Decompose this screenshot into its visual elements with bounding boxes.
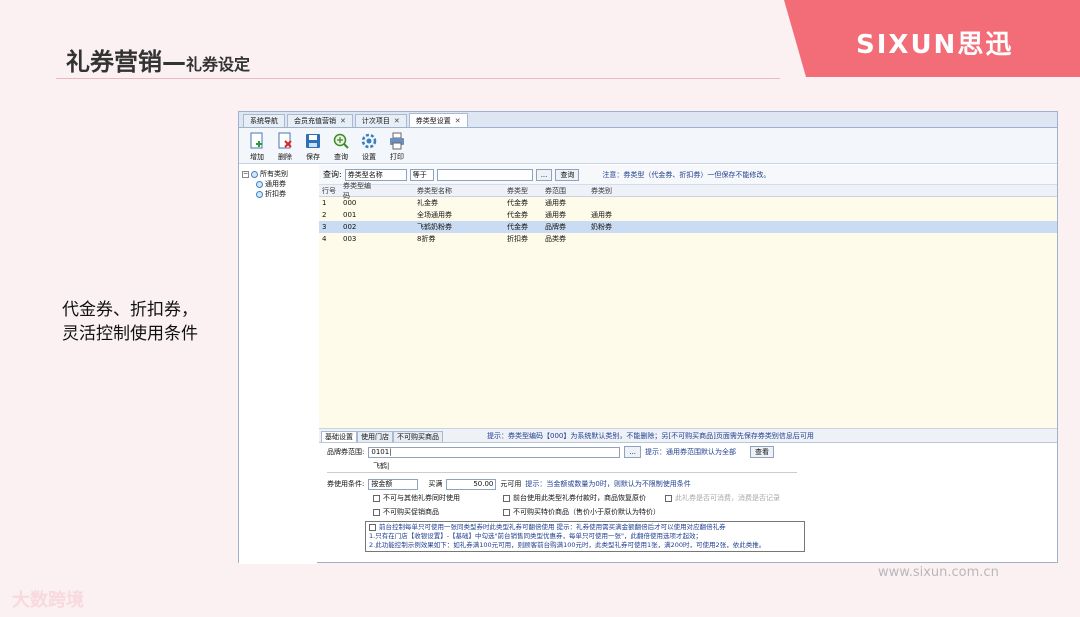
settings-button[interactable]: 设置 (355, 130, 383, 162)
close-icon[interactable]: ✕ (340, 117, 346, 125)
save-icon (306, 133, 320, 148)
query-value-input[interactable] (436, 168, 533, 181)
header-cell[interactable]: 券类型编码 (337, 181, 377, 201)
tree-root[interactable]: − 所有类别 (242, 169, 314, 179)
table-row[interactable]: 2 001 全场通用券 代金券 通用券 通用券 (319, 209, 1057, 221)
condition-hint: 提示：当金额或数量为0时，则默认为不限制使用条件 (525, 480, 691, 488)
query-operator-select[interactable]: 等于 (409, 168, 434, 181)
table-row[interactable]: 4 003 8折券 折扣券 品类券 (319, 233, 1057, 245)
table-row-selected[interactable]: 3 002 飞鹤奶粉券 代金券 品牌券 奶粉券 (319, 221, 1057, 233)
header-cell[interactable]: 券类型 (507, 186, 545, 196)
tab-coupon-type[interactable]: 券类型设置 ✕ (408, 113, 468, 127)
tab-member-recharge[interactable]: 会员充值营销 ✕ (287, 114, 353, 127)
double-use-note: 前台控制每单只可使用一张同类型券时此类型礼券可翻倍使用 提示：礼券使用需买满金额… (365, 521, 805, 552)
content-panel: 查询: 券类型名称 等于 ... 查询 注意：券类型（代金券、折扣券）一但保存不… (319, 165, 1057, 562)
printer-icon (390, 132, 404, 149)
tab-basic-settings[interactable]: 基础设置 (321, 431, 357, 442)
add-icon (250, 132, 263, 148)
condition-label: 券使用条件: (327, 480, 365, 488)
save-button[interactable]: 保存 (299, 130, 327, 162)
title-sub: 礼券设定 (186, 55, 251, 74)
print-button[interactable]: 打印 (383, 130, 411, 162)
category-tree: − 所有类别 通用券 折扣券 (239, 165, 317, 564)
buy-amount-input[interactable]: 50.00 (446, 478, 497, 490)
folder-icon (251, 170, 258, 178)
double-use-checkbox[interactable]: 前台控制每单只可使用一张同类型券时此类型礼券可翻倍使用 提示：礼券使用需买满金额… (369, 523, 801, 532)
node-icon (256, 190, 263, 198)
tab-stores[interactable]: 使用门店 (357, 431, 393, 442)
brand-scope-hint: 提示：通用券范围默认为全部 (645, 448, 737, 456)
restore-price-checkbox[interactable]: 前台使用此类型礼券付款时，商品恢复原价 (503, 493, 661, 503)
node-icon (256, 180, 263, 188)
brand-scope-ellipsis-button[interactable]: ... (624, 446, 642, 458)
no-promo-checkbox[interactable]: 不可购买促销商品 (373, 507, 499, 517)
tab-excluded-goods[interactable]: 不可购买商品 (393, 431, 443, 442)
query-button[interactable]: 查询 (327, 130, 355, 162)
toolbar: 增加 删除 保存 查询 设置 打印 (239, 128, 1057, 164)
tab-system-nav[interactable]: 系统导航 (243, 114, 285, 127)
query-ellipsis-button[interactable]: ... (535, 168, 553, 181)
gear-icon (361, 133, 377, 148)
brand-scope-label: 品牌券范围: (327, 448, 365, 456)
brand-logo: SIXUN思迅 (856, 30, 1014, 60)
query-submit-button[interactable]: 查询 (555, 168, 580, 181)
main-area: − 所有类别 通用券 折扣券 查询: 券类型名称 等于 ... 查询 注意：券类… (239, 165, 1057, 564)
note-line-2: 1.只有在门店【收银设置】-【基础】中勾选"前台销售同类型优惠券，每单只可使用一… (369, 532, 703, 540)
add-button[interactable]: 增加 (243, 130, 271, 162)
detail-hint: 提示：券类型编码【000】为系统默认类别，不能删除；另[不可购买商品]页面需先保… (487, 431, 814, 440)
query-field-select[interactable]: 券类型名称 (344, 168, 407, 181)
caption-line-2: 灵活控制使用条件 (62, 324, 198, 344)
app-tab-bar: 系统导航 会员充值营销 ✕ 计次项目 ✕ 券类型设置 ✕ (239, 112, 1057, 128)
consume-record-checkbox[interactable]: 此礼券是否可消费，消费是否记录 (665, 493, 780, 503)
query-label: 查询: (323, 170, 342, 179)
tree-item-general[interactable]: 通用券 (242, 179, 314, 189)
delete-button[interactable]: 删除 (271, 130, 299, 162)
caption-line-1: 代金券、折扣券， (62, 300, 198, 320)
coupon-type-table: 行号 券类型编码 券类型名称 券类型 券范围 券类别 1 000 礼金券 代金券… (319, 182, 1057, 429)
slide-caption: 代金券、折扣券， 灵活控制使用条件 (62, 298, 198, 346)
detail-tab-bar: 基础设置 使用门店 不可购买商品 提示：券类型编码【000】为系统默认类别，不能… (319, 429, 1057, 443)
delete-icon (278, 132, 292, 148)
table-header: 行号 券类型编码 券类型名称 券类型 券范围 券类别 (319, 182, 1057, 200)
brand-scope-input[interactable]: 0101| (368, 446, 621, 458)
query-bar: 查询: 券类型名称 等于 ... 查询 注意：券类型（代金券、折扣券）一但保存不… (319, 165, 1057, 185)
title-divider (56, 78, 780, 79)
usable-label: 元可用 (500, 480, 522, 488)
header-cell[interactable]: 券范围 (545, 186, 591, 196)
tab-count-items[interactable]: 计次项目 ✕ (354, 114, 407, 127)
no-combine-checkbox[interactable]: 不可与其他礼券同时使用 (373, 493, 499, 503)
title-main: 礼券营销— (66, 48, 186, 76)
table-row[interactable]: 1 000 礼金券 代金券 通用券 (319, 197, 1057, 209)
header-cell[interactable]: 行号 (319, 186, 337, 196)
header-cell[interactable]: 券类型名称 (377, 186, 507, 196)
no-special-price-checkbox[interactable]: 不可购买特价商品（售价小于原价默认为特价） (503, 507, 660, 517)
close-icon[interactable]: ✕ (394, 117, 400, 125)
basic-settings-form: 品牌券范围: 0101| ... 提示：通用券范围默认为全部 查看 飞鹤| 券使… (319, 443, 1057, 554)
note-line-3: 2.此功能控制示例效果如下：如礼券满100元可用，则顾客前台购满100元时，此类… (369, 541, 766, 549)
page-title: 礼券营销—礼券设定 (66, 42, 250, 77)
buy-label: 买满 (428, 480, 443, 488)
site-url: www.sixun.com.cn (878, 565, 999, 580)
query-note: 注意：券类型（代金券、折扣券）一但保存不能修改。 (602, 170, 771, 179)
app-window: 系统导航 会员充值营销 ✕ 计次项目 ✕ 券类型设置 ✕ 增加 删除 保存 查询… (238, 111, 1058, 564)
view-button[interactable]: 查看 (750, 446, 775, 458)
close-icon[interactable]: ✕ (455, 117, 461, 125)
tree-item-discount[interactable]: 折扣券 (242, 189, 314, 199)
condition-select[interactable]: 按金额 (368, 478, 419, 490)
header-cell[interactable]: 券类别 (591, 186, 631, 196)
search-icon (333, 133, 349, 149)
collapse-icon[interactable]: − (242, 170, 249, 178)
brand-name: 飞鹤| (373, 461, 390, 470)
watermark: 大数跨境 (12, 590, 84, 611)
